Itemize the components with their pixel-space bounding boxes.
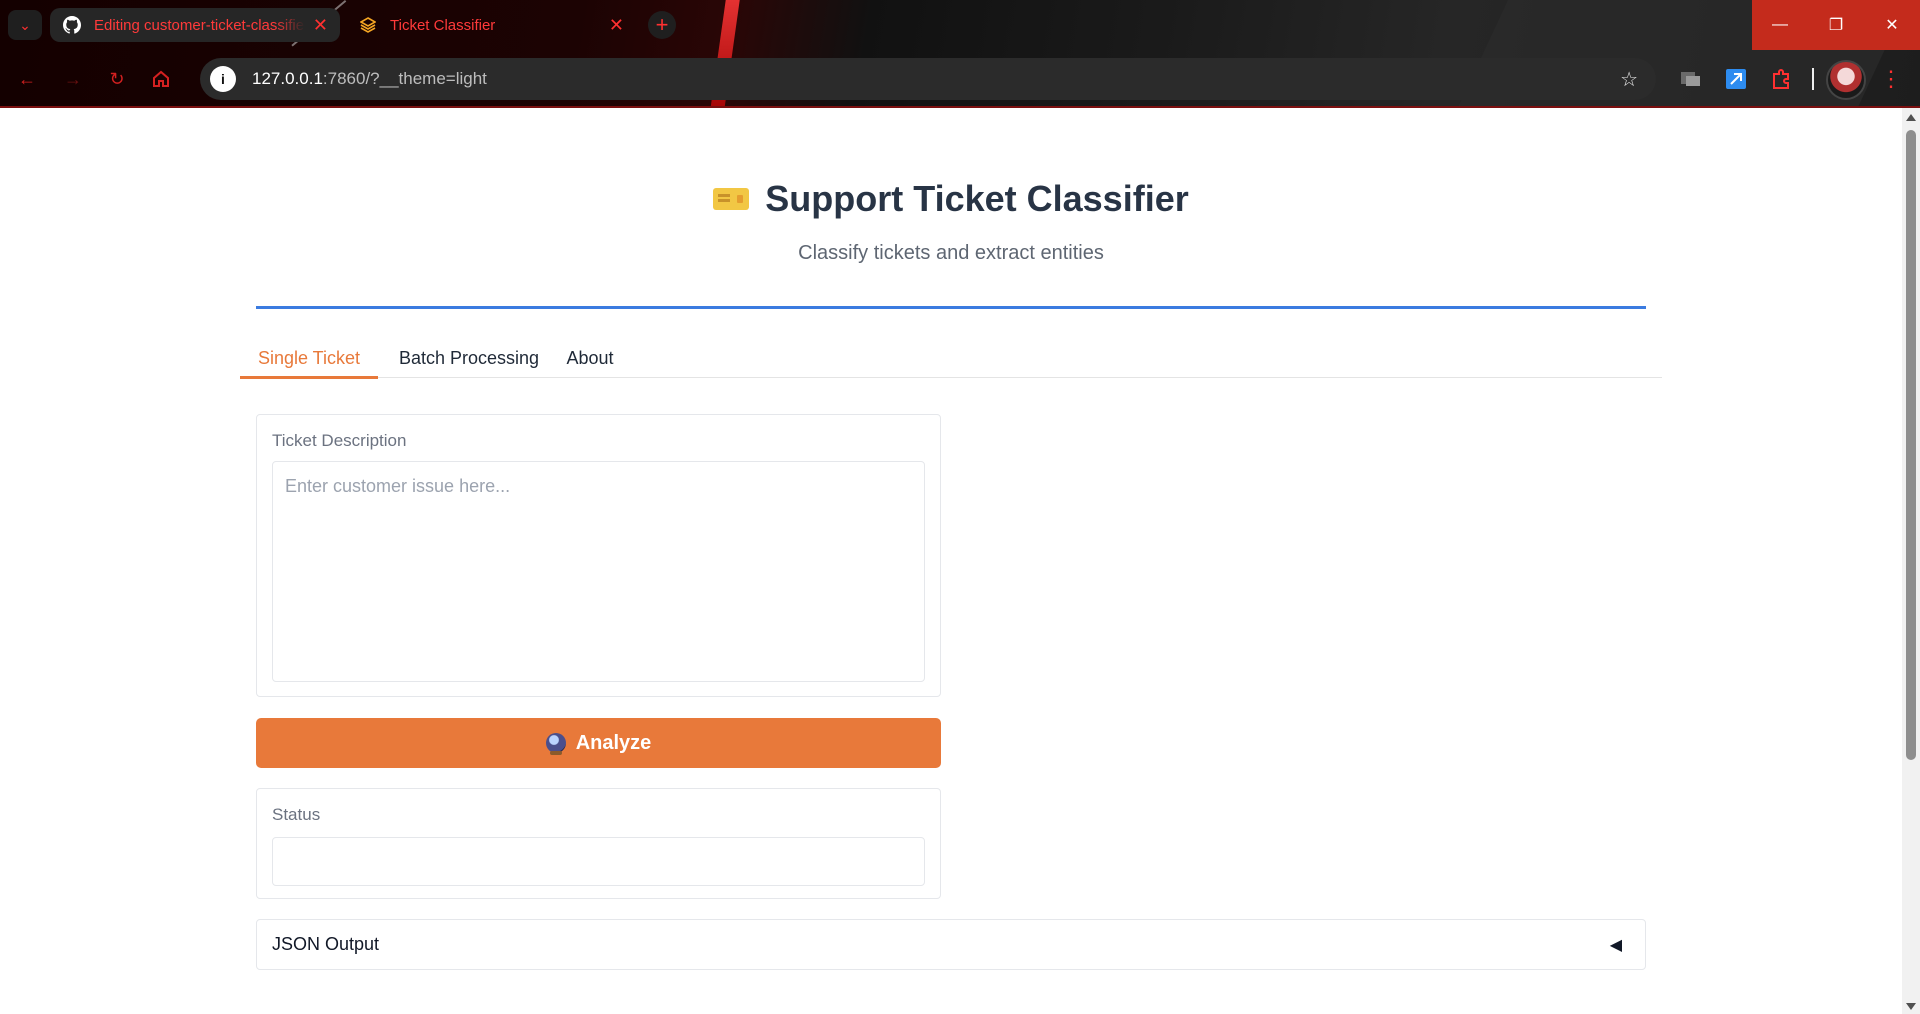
site-info-icon[interactable]: i (210, 66, 236, 92)
analyze-button-label: Analyze (575, 731, 652, 754)
browser-tab-ticket-classifier[interactable]: Ticket Classifier ✕ (346, 8, 636, 42)
crystal-ball-icon (545, 733, 566, 755)
page-content: Support Ticket Classifier Classify ticke… (0, 108, 1902, 1014)
chevron-down-icon: ⌄ (19, 16, 31, 33)
address-bar[interactable]: i 127.0.0.1:7860/?__theme=light ☆ (200, 58, 1656, 100)
tab-about[interactable]: About (562, 338, 618, 378)
reload-icon: ↻ (109, 68, 125, 89)
status-label: Status (272, 805, 321, 824)
reload-button[interactable]: ↻ (102, 64, 132, 94)
layers-icon (358, 15, 378, 35)
tab-bar: Single Ticket Batch Processing About (240, 338, 1662, 379)
restore-icon: ❐ (1828, 17, 1844, 34)
home-icon (153, 70, 169, 87)
minimize-icon: — (1772, 16, 1788, 33)
tab-single-ticket[interactable]: Single Ticket (240, 338, 378, 379)
new-tab-button[interactable]: + (648, 11, 676, 39)
forward-button[interactable]: → (58, 64, 88, 94)
ticket-description-label: Ticket Description (272, 431, 407, 450)
minimize-button[interactable]: — (1752, 0, 1808, 50)
arrow-left-icon: ← (18, 68, 36, 89)
cards-icon (1681, 72, 1700, 86)
arrow-right-icon: → (64, 68, 82, 89)
json-output-label: JSON Output (272, 934, 380, 954)
url-text[interactable]: 127.0.0.1:7860/?__theme=light (252, 69, 487, 89)
url-host: 127.0.0.1 (252, 69, 323, 88)
ticket-icon (713, 188, 750, 210)
caret-left-icon: ◀ (1609, 936, 1622, 954)
app-header: Support Ticket Classifier Classify ticke… (256, 178, 1646, 265)
json-output-accordion[interactable]: JSON Output ◀ (256, 919, 1646, 970)
puzzle-icon (1773, 69, 1789, 89)
home-button[interactable] (146, 64, 176, 94)
tab-search-button[interactable]: ⌄ (8, 10, 42, 40)
profile-avatar[interactable] (1826, 60, 1866, 100)
status-field[interactable] (272, 837, 925, 886)
url-path: :7860/?__theme=light (322, 69, 487, 88)
tab-batch-processing[interactable]: Batch Processing (394, 338, 544, 378)
page-scrollbar[interactable] (1902, 108, 1920, 1014)
scroll-down-icon[interactable] (1906, 1003, 1916, 1010)
status-block: Status (256, 788, 941, 899)
extensions-menu-button[interactable] (1768, 66, 1794, 92)
back-button[interactable]: ← (12, 64, 42, 94)
tab-title: Ticket Classifier (390, 16, 496, 34)
github-icon (62, 15, 82, 35)
toolbar-divider (1812, 68, 1814, 90)
window-close-button[interactable]: ✕ (1864, 0, 1920, 50)
browser-chrome: ⌄ Editing customer-ticket-classifier ✕ T… (0, 0, 1920, 108)
ticket-description-block: Ticket Description (256, 414, 941, 697)
close-icon[interactable]: ✕ (313, 15, 328, 36)
scroll-thumb[interactable] (1906, 130, 1916, 760)
close-icon: ✕ (1885, 17, 1899, 34)
page-title: Support Ticket Classifier (765, 178, 1189, 219)
analyze-button[interactable]: Analyze (256, 718, 941, 768)
browser-menu-icon[interactable]: ⋮ (1880, 66, 1902, 92)
title-row: Support Ticket Classifier (256, 178, 1646, 220)
extension-button[interactable] (1678, 66, 1704, 92)
browser-tab-github[interactable]: Editing customer-ticket-classifier ✕ (50, 8, 340, 42)
arrow-box-icon (1726, 69, 1746, 89)
header-divider (256, 306, 1646, 309)
restore-button[interactable]: ❐ (1808, 0, 1864, 50)
bookmark-star-icon[interactable]: ☆ (1620, 67, 1638, 92)
page-subtitle: Classify tickets and extract entities (798, 242, 1104, 264)
extension-button[interactable] (1723, 66, 1749, 92)
tab-title: Editing customer-ticket-classifier (94, 16, 305, 34)
close-icon[interactable]: ✕ (609, 15, 624, 36)
tab-strip: ⌄ Editing customer-ticket-classifier ✕ T… (0, 0, 1920, 50)
scroll-up-icon[interactable] (1906, 114, 1916, 121)
browser-toolbar: ← → ↻ i 127.0.0.1:7860/?__theme=light ☆ … (0, 56, 1920, 102)
ticket-description-input[interactable] (272, 461, 925, 682)
plus-icon: + (655, 12, 669, 37)
